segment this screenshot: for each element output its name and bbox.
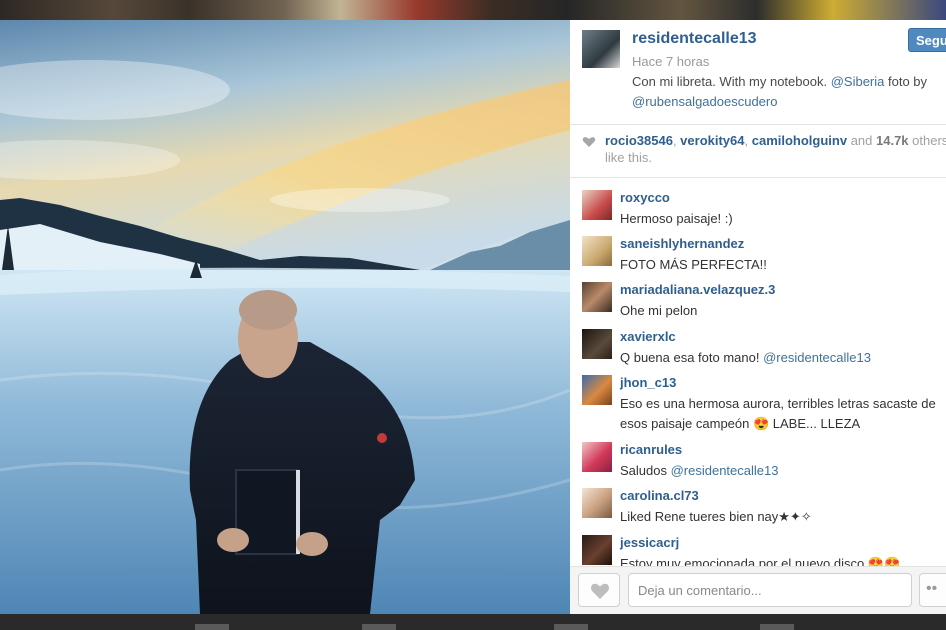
post-caption: Con mi libreta. With my notebook. @Siber… — [632, 72, 942, 112]
caption-mention-photographer[interactable]: @rubensalgadoescudero — [632, 94, 777, 109]
comment-username[interactable]: roxycco — [620, 190, 670, 205]
comment-username[interactable]: xavierxlc — [620, 329, 676, 344]
likes-summary: rocio38546, verokity64, camiloholguinv a… — [582, 132, 946, 172]
ellipsis-icon: •• — [926, 580, 938, 597]
likes-text: rocio38546, verokity64, camiloholguinv a… — [605, 132, 946, 166]
like-user-1[interactable]: rocio38546 — [605, 133, 673, 148]
divider — [570, 177, 946, 178]
caption-text: Con mi libreta. With my notebook. — [632, 74, 831, 89]
background-bottom-strip — [0, 614, 946, 630]
like-user-3[interactable]: camiloholguinv — [752, 133, 847, 148]
likes-separator: , — [744, 133, 752, 148]
comment-text: Hermoso paisaje! :) — [620, 211, 733, 226]
post-detail-panel: residentecalle13 Hace 7 horas Con mi lib… — [570, 20, 946, 614]
comment-username[interactable]: jhon_c13 — [620, 375, 676, 390]
heart-icon — [591, 583, 609, 599]
strip-marker — [195, 624, 229, 630]
post-header: residentecalle13 Hace 7 horas Con mi lib… — [570, 20, 946, 124]
like-user-2[interactable]: verokity64 — [680, 133, 744, 148]
comment-input[interactable] — [628, 573, 912, 607]
comment-username[interactable]: mariadaliana.velazquez.3 — [620, 282, 775, 297]
comment-mention[interactable]: @residentecalle13 — [763, 350, 871, 365]
strip-marker — [760, 624, 794, 630]
post-time: Hace 7 horas — [632, 54, 710, 69]
comment-text: Saludos @residentecalle13 — [620, 461, 946, 481]
comment-username[interactable]: saneishlyhernandez — [620, 236, 744, 251]
comment-text: FOTO MÁS PERFECTA!! — [620, 257, 767, 272]
comment-text: Estoy muy emocionada por el nuevo disco … — [620, 556, 901, 566]
comment-text: Ohe mi pelon — [620, 303, 698, 318]
post-photo[interactable] — [0, 20, 570, 614]
commenter-avatar[interactable] — [582, 282, 612, 312]
comments-list[interactable]: roxycco Hermoso paisaje! :) saneishlyher… — [570, 180, 946, 566]
commenter-avatar[interactable] — [582, 329, 612, 359]
comment-username[interactable]: jessicacrj — [620, 535, 679, 550]
strip-marker — [554, 624, 588, 630]
heart-icon — [582, 137, 596, 147]
photo-snow-landscape — [0, 20, 570, 614]
commenter-avatar[interactable] — [582, 488, 612, 518]
author-username[interactable]: residentecalle13 — [632, 30, 757, 48]
comment-footer: •• — [570, 566, 946, 614]
likes-and: and — [847, 133, 876, 148]
more-options-button[interactable]: •• — [919, 573, 946, 607]
comment-text: Liked Rene tueres bien nay★✦✧ — [620, 509, 812, 524]
comment-mention[interactable]: @residentecalle13 — [671, 463, 779, 478]
follow-button[interactable]: Segu — [908, 28, 946, 52]
comment-body: Q buena esa foto mano! — [620, 350, 764, 365]
commenter-avatar[interactable] — [582, 535, 612, 565]
comment-username[interactable]: ricanrules — [620, 442, 682, 457]
divider — [570, 124, 946, 125]
caption-mention-siberia[interactable]: @Siberia — [831, 74, 885, 89]
author-avatar[interactable] — [582, 30, 620, 68]
like-button[interactable] — [578, 573, 620, 607]
comment-text: Eso es una hermosa aurora, terribles let… — [620, 396, 936, 431]
likes-count[interactable]: 14.7k — [876, 133, 909, 148]
commenter-avatar[interactable] — [582, 236, 612, 266]
commenter-avatar[interactable] — [582, 442, 612, 472]
strip-marker — [362, 624, 396, 630]
background-thumbnail-strip — [0, 0, 946, 20]
comment-body: Saludos — [620, 463, 671, 478]
comment-username[interactable]: carolina.cl73 — [620, 488, 699, 503]
commenter-avatar[interactable] — [582, 190, 612, 220]
commenter-avatar[interactable] — [582, 375, 612, 405]
comment-text: Q buena esa foto mano! @residentecalle13 — [620, 348, 946, 368]
caption-text-2: foto by — [884, 74, 928, 89]
